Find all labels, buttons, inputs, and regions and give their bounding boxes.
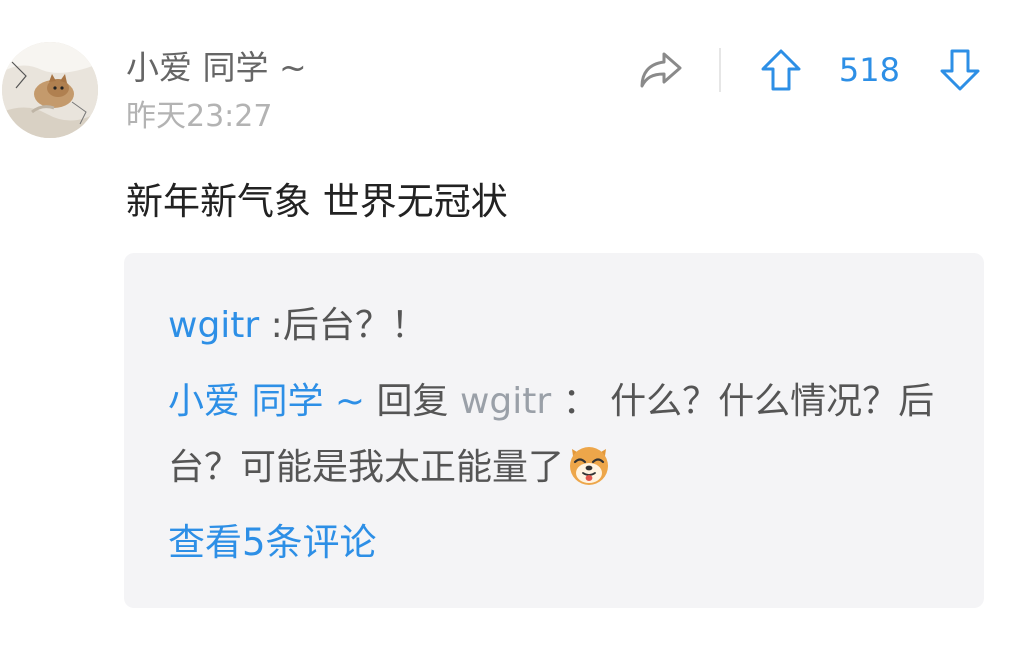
replies-panel[interactable]: wgitr :后台？！ 小爱 同学 ~ 回复 wgitr ： 什么？什么情况？后… [124,253,984,608]
share-arrow-icon [640,52,682,88]
reply-author-link[interactable]: 小爱 同学 ~ [168,381,365,422]
reply-author-link[interactable]: wgitr [168,305,259,346]
reply-item-2[interactable]: 小爱 同学 ~ 回复 wgitr ： 什么？什么情况？后台？可能是我太正能量了 [168,369,958,501]
comment-card: 小爱 同学 ~ 昨天23:27 518 新年新气象 世界无冠状 wgitr :后… [0,0,1032,648]
downvote-button[interactable] [936,46,984,94]
shiba-dog-emoji-icon [570,447,609,485]
post-timestamp: 昨天23:27 [126,99,273,134]
downvote-arrow-icon [940,49,980,91]
reply-to-link[interactable]: wgitr [460,381,551,422]
post-author-name[interactable]: 小爱 同学 ~ [126,48,307,88]
view-more-comments-link[interactable]: 查看5条评论 [168,513,377,573]
reply-text: 后台？！ [282,305,427,346]
vote-count: 518 [838,51,900,89]
avatar[interactable] [2,42,98,138]
upvote-arrow-icon [761,49,801,91]
upvote-button[interactable] [757,46,805,94]
reply-word: 回复 [376,381,449,422]
action-divider [718,48,721,92]
reply-separator: : [270,305,283,346]
cat-photo-avatar-icon [2,42,98,138]
reply-separator: ： [562,381,599,422]
post-action-bar: 518 [637,40,984,100]
post-content: 新年新气象 世界无冠状 [126,180,508,223]
share-button[interactable] [637,46,685,94]
reply-item-1[interactable]: wgitr :后台？！ [168,293,427,359]
